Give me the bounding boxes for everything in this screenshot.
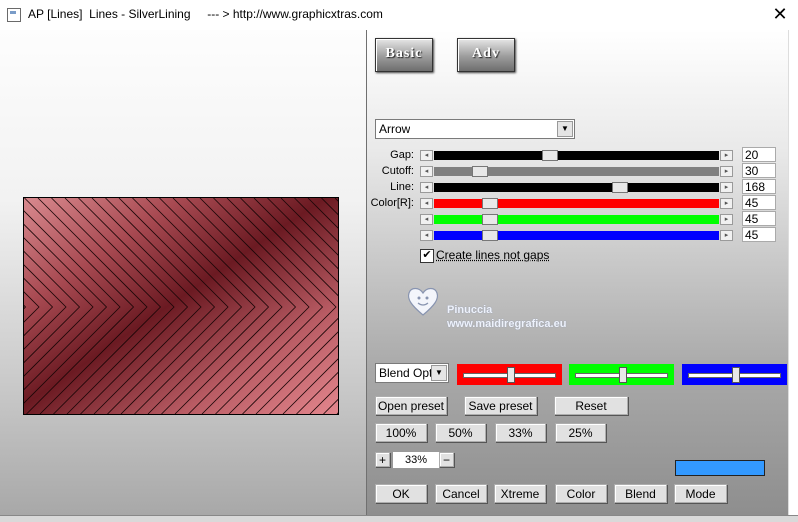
blend-color-slider[interactable] (569, 364, 674, 385)
preview-pane (0, 30, 367, 515)
zoom-minus-button[interactable]: − (439, 452, 454, 467)
slider-bar (434, 151, 719, 160)
slider-track[interactable]: ◂ ▸ (420, 230, 733, 241)
adv-mode-button[interactable]: Adv (457, 38, 515, 72)
cancel-button[interactable]: Cancel (435, 484, 487, 503)
zoom-50-button[interactable]: 50% (435, 423, 486, 442)
blend-color-slider[interactable] (682, 364, 787, 385)
blend-options-select[interactable]: Blend Optio ▼ (375, 363, 449, 383)
slider-track[interactable]: ◂ ▸ (420, 182, 733, 193)
scroll-left-icon[interactable]: ◂ (420, 166, 433, 177)
blend-options-value: Blend Optio (379, 366, 433, 380)
scroll-right-icon[interactable]: ▸ (720, 214, 733, 225)
color-button[interactable]: Color (555, 484, 607, 503)
xtreme-button[interactable]: Xtreme (494, 484, 546, 503)
slider-track[interactable]: ◂ ▸ (420, 150, 733, 161)
style-select-value: Arrow (379, 122, 411, 136)
create-lines-checkbox[interactable]: ✔ (420, 249, 434, 263)
scroll-left-icon[interactable]: ◂ (420, 150, 433, 161)
slider-track[interactable]: ◂ ▸ (420, 214, 733, 225)
watermark-name: Pinuccia (447, 304, 493, 316)
chevron-down-icon[interactable]: ▼ (557, 121, 573, 137)
slider-thumb[interactable] (612, 182, 628, 193)
slider-thumb[interactable] (482, 214, 498, 225)
slider-bar (434, 231, 719, 240)
scroll-left-icon[interactable]: ◂ (420, 182, 433, 193)
create-lines-label[interactable]: Create lines not gaps (436, 248, 549, 262)
basic-mode-button[interactable]: Basic (375, 38, 433, 72)
slider-value-field[interactable]: 30 (742, 163, 776, 178)
app-icon (7, 8, 21, 22)
color-indicator (675, 460, 765, 476)
slider-track[interactable]: ◂ ▸ (420, 198, 733, 209)
zoom-value[interactable]: 33% (392, 451, 440, 469)
slider-track[interactable]: ◂ ▸ (420, 166, 733, 177)
slider-bar (434, 215, 719, 224)
open-preset-button[interactable]: Open preset (375, 396, 447, 415)
scroll-right-icon[interactable]: ▸ (720, 182, 733, 193)
scroll-left-icon[interactable]: ◂ (420, 198, 433, 209)
slider-bar (434, 183, 719, 192)
slider-value-field[interactable]: 168 (742, 179, 776, 194)
scroll-right-icon[interactable]: ▸ (720, 166, 733, 177)
slider-knob[interactable] (732, 367, 740, 383)
zoom-plus-button[interactable]: + (375, 452, 390, 467)
ok-button[interactable]: OK (375, 484, 427, 503)
scroll-left-icon[interactable]: ◂ (420, 214, 433, 225)
watermark-url: www.maidiregrafica.eu (447, 318, 567, 330)
slider-label: Gap: (390, 149, 414, 161)
slider-value-field[interactable]: 45 (742, 211, 776, 226)
scroll-right-icon[interactable]: ▸ (720, 230, 733, 241)
slider-knob[interactable] (619, 367, 627, 383)
slider-label: Color[R]: (370, 197, 414, 209)
blend-button[interactable]: Blend (614, 484, 667, 503)
zoom-100-button[interactable]: 100% (375, 423, 427, 442)
slider-value-field[interactable]: 45 (742, 227, 776, 242)
save-preset-button[interactable]: Save preset (464, 396, 537, 415)
reset-button[interactable]: Reset (554, 396, 628, 415)
slider-thumb[interactable] (482, 230, 498, 241)
heart-logo-icon (407, 287, 439, 316)
slider-value-field[interactable]: 45 (742, 195, 776, 210)
slider-value-field[interactable]: 20 (742, 147, 776, 162)
slider-thumb[interactable] (472, 166, 488, 177)
zoom-33-button[interactable]: 33% (495, 423, 546, 442)
scroll-right-icon[interactable]: ▸ (720, 198, 733, 209)
preview-image (23, 197, 339, 415)
slider-bar (434, 199, 719, 208)
slider-thumb[interactable] (482, 198, 498, 209)
slider-knob[interactable] (507, 367, 515, 383)
chevron-down-icon[interactable]: ▼ (431, 365, 447, 381)
scroll-left-icon[interactable]: ◂ (420, 230, 433, 241)
mode-button[interactable]: Mode (674, 484, 727, 503)
window-title: AP [Lines] Lines - SilverLining --- > ht… (28, 7, 383, 21)
close-icon[interactable]: ✕ (770, 3, 790, 25)
background-strip (788, 30, 798, 515)
zoom-25-button[interactable]: 25% (555, 423, 606, 442)
blend-color-slider[interactable] (457, 364, 562, 385)
slider-label: Cutoff: (381, 165, 414, 177)
scroll-right-icon[interactable]: ▸ (720, 150, 733, 161)
title-bar: AP [Lines] Lines - SilverLining --- > ht… (0, 0, 798, 30)
slider-thumb[interactable] (542, 150, 558, 161)
style-select[interactable]: Arrow ▼ (375, 119, 575, 139)
slider-label: Line: (390, 181, 414, 193)
